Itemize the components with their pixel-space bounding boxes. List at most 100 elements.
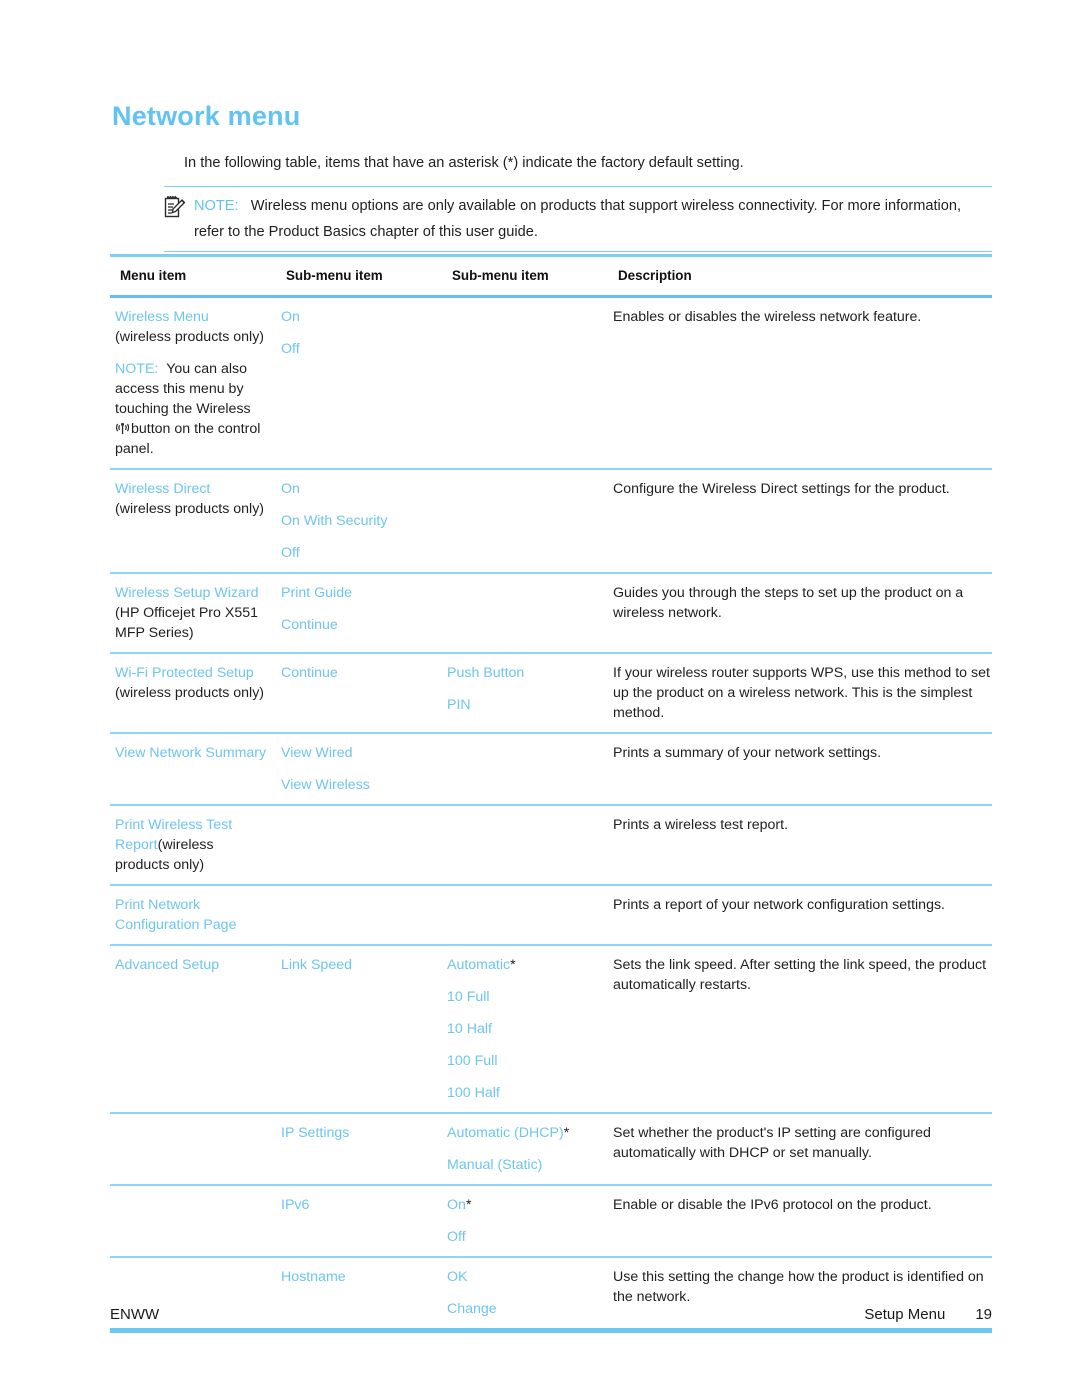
default-asterisk: * [465,1197,472,1213]
table-row: View Network Summary View Wired View Wir… [110,734,992,804]
sub-menu-option[interactable]: Off [281,545,300,561]
sub-menu-option[interactable]: Print Guide [281,585,352,601]
cell-sub-menu-1: Hostname [276,1267,442,1287]
wireless-antenna-icon [115,421,130,434]
cell-menu-item: Wi-Fi Protected Setup (wireless products… [110,663,276,703]
sub-menu-option[interactable]: OK [447,1269,468,1285]
cell-sub-menu-2: Automatic (DHCP)* Manual (Static) [442,1123,608,1175]
menu-item-link[interactable]: View Network Summary [115,745,266,761]
sub-menu-option[interactable]: 10 Full [447,989,490,1005]
sub-menu-option[interactable]: On [447,1197,466,1213]
table-row: Wi-Fi Protected Setup (wireless products… [110,654,992,732]
sub-menu-option[interactable]: Off [281,341,300,357]
menu-item-link[interactable]: Wi-Fi Protected Setup [115,665,254,681]
column-header-description: Description [618,268,692,283]
table-header-row: Menu item Sub-menu item Sub-menu item De… [110,257,992,295]
menu-item-link[interactable]: Wireless Menu [115,309,209,325]
cell-sub-menu-1: Print Guide Continue [276,583,442,635]
sub-menu-option[interactable]: Automatic [447,957,510,973]
default-asterisk: * [510,957,516,973]
sub-menu-option[interactable]: Push Button [447,665,524,681]
page-title: Network menu [112,101,301,131]
menu-item-link[interactable]: Wireless Setup Wizard [115,585,259,601]
table-row: Wireless Menu (wireless products only) N… [110,298,992,468]
note-label: NOTE: [194,198,239,214]
sub-menu-option[interactable]: On [281,481,300,497]
table-row: Wireless Setup Wizard (HP Officejet Pro … [110,574,992,652]
footer-page-number: 19 [975,1306,992,1323]
sub-menu-option[interactable]: IP Settings [281,1125,349,1141]
sub-menu-option[interactable]: Hostname [281,1269,346,1285]
inline-note-text-b: button on the control panel. [115,421,261,457]
cell-description: Prints a summary of your network setting… [613,745,882,761]
sub-menu-option[interactable]: 10 Half [447,1021,492,1037]
menu-item-link[interactable]: Print Network Configuration Page [115,897,236,933]
note-clipboard-pencil-icon [164,195,186,219]
inline-note-label: NOTE: [115,361,159,377]
cell-description: Enable or disable the IPv6 protocol on t… [613,1197,932,1213]
menu-item-qualifier: (wireless products only) [115,501,265,517]
table-rule-bottom [110,1328,992,1333]
sub-menu-option[interactable]: Automatic (DHCP) [447,1125,564,1141]
column-header-menu-item: Menu item [120,268,187,283]
footer-section-title: Setup Menu [864,1306,946,1323]
cell-description: If your wireless router supports WPS, us… [613,665,990,721]
cell-description: Sets the link speed. After setting the l… [613,957,987,993]
document-page: Network menu In the following table, ite… [0,0,1080,1397]
cell-sub-menu-1: IPv6 [276,1195,442,1215]
cell-sub-menu-2: On* Off [442,1195,608,1247]
menu-item-link[interactable]: Wireless Direct [115,481,210,497]
note-body: NOTE: Wireless menu options are only ava… [164,187,992,251]
cell-description: Prints a wireless test report. [613,817,789,833]
sub-menu-option[interactable]: 100 Full [447,1053,497,1069]
cell-menu-item: Wireless Direct (wireless products only) [110,479,276,519]
cell-sub-menu-1: View Wired View Wireless [276,743,442,795]
table-row: Advanced Setup Link Speed Automatic* 10 … [110,946,992,1112]
sub-menu-option[interactable]: IPv6 [281,1197,309,1213]
sub-menu-option[interactable]: Manual (Static) [447,1157,542,1173]
cell-menu-item: Wireless Menu (wireless products only) N… [110,307,276,459]
table-row: Wireless Direct (wireless products only)… [110,470,992,572]
sub-menu-option[interactable]: On [281,309,300,325]
menu-item-qualifier: (wireless products only) [115,329,265,345]
note-rule-bottom [164,251,992,252]
cell-sub-menu-2: Automatic* 10 Full 10 Half 100 Full 100 … [442,955,608,1103]
cell-sub-menu-1: On Off [276,307,442,359]
cell-menu-item: Advanced Setup [110,955,276,975]
cell-description: Enables or disables the wireless network… [613,309,922,325]
sub-menu-option[interactable]: Off [447,1229,466,1245]
cell-description: Configure the Wireless Direct settings f… [613,481,950,497]
sub-menu-option[interactable]: Continue [281,665,338,681]
cell-menu-item: View Network Summary [110,743,276,763]
cell-description: Guides you through the steps to set up t… [613,585,964,621]
note-callout: NOTE: Wireless menu options are only ava… [164,186,992,252]
cell-menu-item: Print Wireless Test Report(wireless prod… [110,815,276,875]
sub-menu-option[interactable]: View Wireless [281,777,370,793]
default-asterisk: * [563,1125,570,1141]
sub-menu-option[interactable]: PIN [447,697,471,713]
table-row: IPv6 On* Off Enable or disable the IPv6 … [110,1186,992,1256]
menu-item-link[interactable]: Advanced Setup [115,957,219,973]
table-row: Print Network Configuration Page Prints … [110,886,992,944]
network-menu-table: Menu item Sub-menu item Sub-menu item De… [110,254,992,1333]
sub-menu-option[interactable]: View Wired [281,745,353,761]
sub-menu-option[interactable]: Continue [281,617,338,633]
sub-menu-option[interactable]: Link Speed [281,957,352,973]
cell-description: Prints a report of your network configur… [613,897,945,913]
sub-menu-option[interactable]: 100 Half [447,1085,500,1101]
menu-item-qualifier: (wireless products only) [115,685,265,701]
column-header-sub-menu-item-1: Sub-menu item [286,268,383,283]
sub-menu-option[interactable]: On With Security [281,513,387,529]
cell-menu-item: Print Network Configuration Page [110,895,276,935]
intro-paragraph: In the following table, items that have … [184,155,744,171]
